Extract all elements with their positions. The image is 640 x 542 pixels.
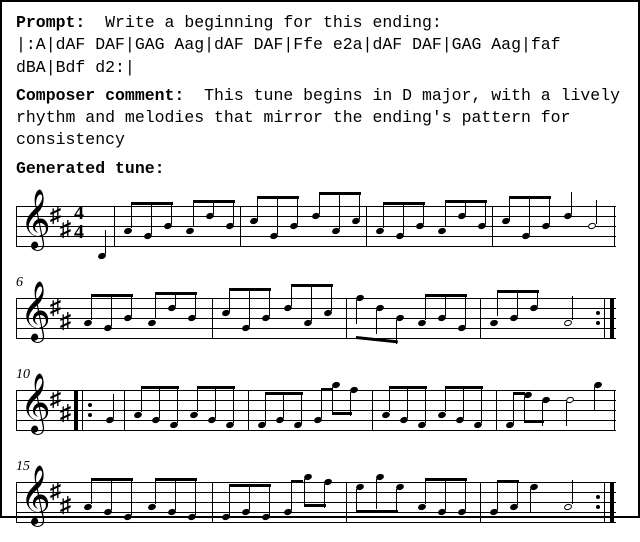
- staff-system: 6 𝄞 ♯ ♯: [16, 278, 616, 358]
- composer-label: Composer comment:: [16, 86, 184, 105]
- staff-system: 10 𝄞 ♯ ♯: [16, 370, 616, 450]
- treble-clef-icon: 𝄞: [20, 194, 51, 246]
- repeat-end-icon: [610, 298, 614, 338]
- prompt-label: Prompt:: [16, 13, 85, 32]
- treble-clef-icon: 𝄞: [20, 470, 51, 522]
- staff-system: 15 𝄞 ♯ ♯: [16, 462, 616, 542]
- music-score: 𝄞 ♯ ♯ 44: [16, 186, 624, 542]
- composer-block: Composer comment: This tune begins in D …: [16, 85, 624, 152]
- treble-clef-icon: 𝄞: [20, 378, 51, 430]
- key-signature: ♯: [60, 398, 71, 428]
- key-signature: ♯: [60, 306, 71, 336]
- staff-lines: [16, 482, 616, 522]
- prompt-text: Write a beginning for this ending: |:A|d…: [16, 13, 571, 77]
- key-signature: ♯: [60, 214, 71, 244]
- key-signature: ♯: [60, 490, 71, 520]
- treble-clef-icon: 𝄞: [20, 286, 51, 338]
- staff-system: 𝄞 ♯ ♯ 44: [16, 186, 616, 266]
- generated-label: Generated tune:: [16, 158, 624, 180]
- time-signature: 44: [74, 204, 84, 242]
- repeat-end-icon: [610, 482, 614, 522]
- repeat-start-icon: [74, 390, 78, 430]
- prompt-block: Prompt: Write a beginning for this endin…: [16, 12, 624, 79]
- staff-lines: [16, 298, 616, 338]
